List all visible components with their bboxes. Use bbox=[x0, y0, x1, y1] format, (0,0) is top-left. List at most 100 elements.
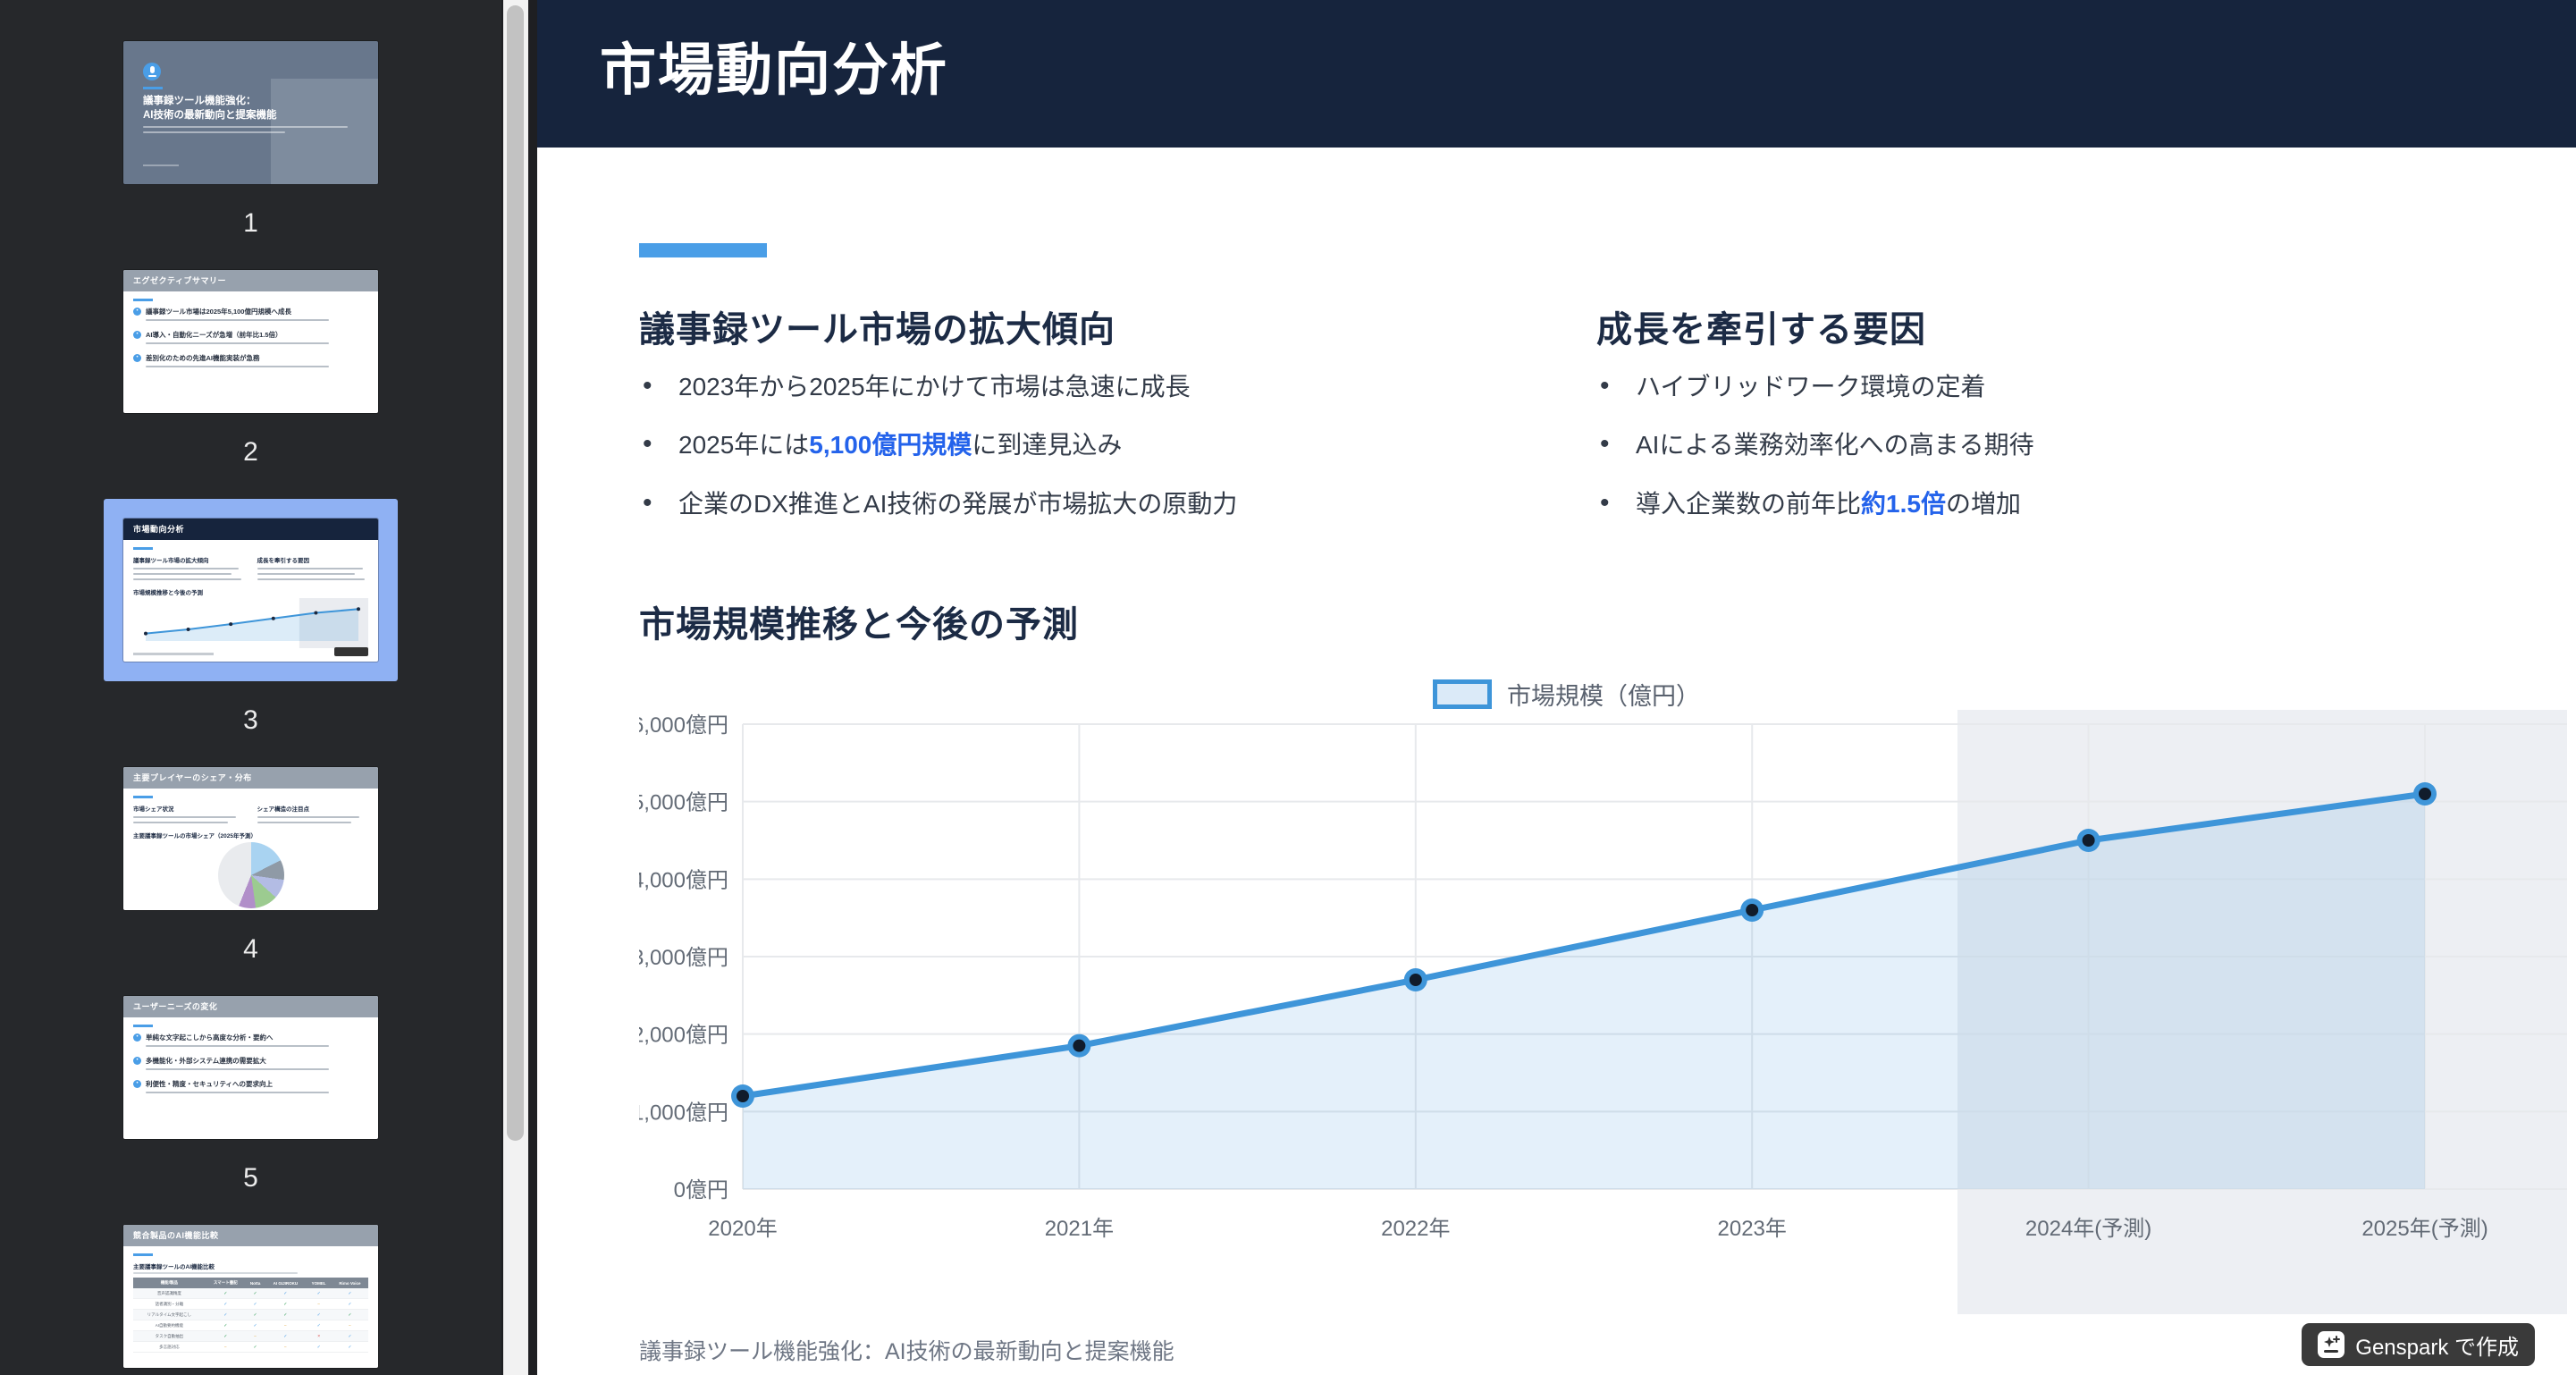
market-size-chart: 0億円1,000億円2,000億円3,000億円4,000億円5,000億円6,… bbox=[639, 662, 2567, 1323]
thumbnail-block-1: 議事録ツール機能強化：AI技術の最新動向と提案機能 1 bbox=[123, 41, 378, 240]
thumbnail-block-6: 競合製品のAI機能比較主要議事録ツールのAI機能比較機能/製品スマート書記Not… bbox=[123, 1225, 378, 1375]
x-axis-tick-label: 2021年 bbox=[1045, 1217, 1114, 1241]
growth-drivers-bullet-list: ハイブリッドワーク環境の定着AIによる業務効率化への高まる期待導入企業数の前年比… bbox=[1596, 374, 2508, 549]
comparison-table-feature-cell: 音声認識精度 bbox=[133, 1288, 206, 1299]
slide-thumbnail-4[interactable]: 主要プレイヤーのシェア・分布市場シェア状況シェア構造の注目点主要議事録ツールの市… bbox=[123, 767, 378, 910]
comparison-table-value-cell: ✓ bbox=[332, 1342, 368, 1353]
thumbnail-title-line: AI技術の最新動向と提案機能 bbox=[143, 109, 366, 123]
slide-thumbnail-sidebar: 議事録ツール機能強化：AI技術の最新動向と提案機能1エグゼクティブサマリー•議事… bbox=[0, 0, 501, 1375]
accent-underline bbox=[133, 1253, 153, 1256]
comparison-table-feature-cell: 多言語対応 bbox=[133, 1342, 206, 1353]
comparison-table-value-cell: − bbox=[307, 1299, 332, 1310]
genspark-badge[interactable]: Genspark で作成 bbox=[2302, 1323, 2535, 1366]
text-placeholder-line bbox=[133, 568, 239, 569]
bullet-item: 2025年には5,100億円規模に到達見込み bbox=[639, 432, 1551, 458]
text-placeholder-line bbox=[143, 131, 285, 133]
thumbnail-item-title: AI導入・自動化ニーズが急増（前年比1.5倍） bbox=[146, 330, 282, 340]
slide-thumbnail-1[interactable]: 議事録ツール機能強化：AI技術の最新動向と提案機能 bbox=[123, 41, 378, 184]
y-axis-tick-label: 6,000億円 bbox=[639, 713, 728, 738]
thumbnail-slide-body: •議事録ツール市場は2025年5,100億円規模へ成長•AI導入・自動化ニーズが… bbox=[133, 291, 368, 413]
comparison-table-feature-cell: リアルタイム文字起こし bbox=[133, 1310, 206, 1320]
thumbnail-number: 2 bbox=[243, 436, 258, 468]
x-axis-tick-label: 2024年(予測) bbox=[2025, 1217, 2151, 1241]
scrollbar-thumb[interactable] bbox=[507, 5, 524, 1141]
comparison-table-value-cell: − bbox=[265, 1320, 306, 1331]
comparison-table-value-cell: ✓ bbox=[307, 1288, 332, 1299]
bullet-item: ハイブリッドワーク環境の定着 bbox=[1596, 374, 2508, 400]
slide-thumbnail-6[interactable]: 競合製品のAI機能比較主要議事録ツールのAI機能比較機能/製品スマート書記Not… bbox=[123, 1225, 378, 1368]
thumbnail-mini-chart bbox=[133, 598, 368, 648]
comparison-table-value-cell: ✓ bbox=[265, 1299, 306, 1310]
comparison-table-value-cell: − bbox=[265, 1342, 306, 1353]
thumbnail-slide-body: 市場シェア状況シェア構造の注目点主要議事録ツールの市場シェア（2025年予測） bbox=[133, 789, 368, 910]
accent-bar bbox=[639, 243, 767, 257]
text-placeholder-line bbox=[133, 822, 228, 823]
y-axis-tick-label: 4,000億円 bbox=[639, 868, 728, 892]
thumbnail-summary-item: •議事録ツール市場は2025年5,100億円規模へ成長 bbox=[133, 307, 368, 321]
y-axis-tick-label: 2,000億円 bbox=[639, 1024, 728, 1048]
comparison-table-feature-cell: AI自動要約機能 bbox=[133, 1320, 206, 1331]
sidebar-scrollbar[interactable] bbox=[503, 0, 528, 1375]
text-placeholder-line bbox=[133, 816, 236, 818]
comparison-table-value-cell: ✓ bbox=[307, 1342, 332, 1353]
comparison-table-value-cell: ✓ bbox=[206, 1299, 246, 1310]
text-placeholder-line bbox=[133, 573, 232, 575]
thumbnail-column-heading: 市場シェア状況 bbox=[133, 804, 245, 813]
genspark-badge-label: Genspark で作成 bbox=[2355, 1329, 2519, 1361]
comparison-table-value-cell: ✓ bbox=[332, 1288, 368, 1299]
text-placeholder-line bbox=[146, 342, 329, 344]
bullet-item: AIによる業務効率化への高まる期待 bbox=[1596, 432, 2508, 458]
thumbnail-date-line bbox=[143, 164, 179, 166]
thumbnail-number: 1 bbox=[243, 207, 258, 240]
comparison-table-value-cell: ✓ bbox=[332, 1331, 368, 1342]
thumbnail-slide-body: 主要議事録ツールのAI機能比較機能/製品スマート書記NottaAI GIJIRO… bbox=[133, 1246, 368, 1368]
text-placeholder-line bbox=[133, 578, 241, 580]
comparison-table-value-cell: ✓ bbox=[246, 1320, 265, 1331]
thumbnail-title-line: 議事録ツール機能強化： bbox=[143, 95, 366, 109]
thumbnail-slide-body: •単純な文字起こしから高度な分析・要約へ•多機能化・外部システム連携の需要拡大•… bbox=[133, 1017, 368, 1139]
microphone-icon bbox=[143, 63, 161, 80]
text-placeholder-line bbox=[257, 568, 363, 569]
comparison-table-value-cell: ✓ bbox=[265, 1331, 306, 1342]
text-placeholder-line bbox=[146, 1068, 329, 1070]
thumbnail-summary-item: •利便性・精度・セキュリティへの要求向上 bbox=[133, 1079, 368, 1093]
bullet-circle-icon: • bbox=[133, 308, 141, 316]
slide-thumbnail-5[interactable]: ユーザーニーズの変化•単純な文字起こしから高度な分析・要約へ•多機能化・外部シス… bbox=[123, 996, 378, 1139]
x-axis-tick-label: 2022年 bbox=[1381, 1217, 1450, 1241]
comparison-table-header-cell: Notta bbox=[246, 1278, 265, 1288]
thumbnail-number: 3 bbox=[243, 704, 258, 737]
bullet-circle-icon: • bbox=[133, 1033, 141, 1042]
comparison-table: 機能/製品スマート書記NottaAI GIJIROKUYOMELRimo Voi… bbox=[133, 1278, 368, 1353]
comparison-table-header-cell: AI GIJIROKU bbox=[265, 1278, 306, 1288]
comparison-table-feature-cell: 話者識別・分離 bbox=[133, 1299, 206, 1310]
accent-underline bbox=[133, 796, 153, 798]
thumbnail-summary-item: •差別化のための先進AI機能実装が急務 bbox=[133, 353, 368, 367]
y-axis-tick-label: 0億円 bbox=[674, 1178, 728, 1202]
thumbnail-item-title: 利便性・精度・セキュリティへの要求向上 bbox=[146, 1079, 273, 1089]
slide-title: 市場動向分析 bbox=[600, 25, 948, 106]
thumbnail-table-heading: 主要議事録ツールのAI機能比較 bbox=[133, 1261, 368, 1270]
comparison-table-value-cell: ✓ bbox=[332, 1310, 368, 1320]
slide-thumbnail-2[interactable]: エグゼクティブサマリー•議事録ツール市場は2025年5,100億円規模へ成長•A… bbox=[123, 270, 378, 413]
slide-thumbnail-3[interactable]: 市場動向分析議事録ツール市場の拡大傾向成長を牽引する要因市場規模推移と今後の予測 bbox=[123, 519, 378, 662]
chart-section-heading: 市場規模推移と今後の予測 bbox=[639, 595, 1079, 647]
comparison-table-value-cell: ✓ bbox=[206, 1310, 246, 1320]
comparison-table-value-cell: ✓ bbox=[246, 1299, 265, 1310]
text-placeholder-line bbox=[133, 1272, 298, 1274]
bullet-circle-icon: • bbox=[133, 1057, 141, 1065]
text-placeholder-line bbox=[146, 1092, 329, 1093]
thumbnail-slide-header: エグゼクティブサマリー bbox=[123, 270, 378, 291]
thumbnail-number: 4 bbox=[243, 933, 258, 966]
comparison-table-value-cell: ✓ bbox=[332, 1299, 368, 1310]
thumbnail-genspark-badge bbox=[334, 647, 368, 656]
thumbnail-summary-item: •AI導入・自動化ニーズが急増（前年比1.5倍） bbox=[133, 330, 368, 344]
comparison-table-feature-cell: タスク自動抽出 bbox=[133, 1331, 206, 1342]
text-placeholder-line bbox=[146, 366, 329, 367]
thumbnail-block-2: エグゼクティブサマリー•議事録ツール市場は2025年5,100億円規模へ成長•A… bbox=[123, 270, 378, 468]
accent-underline bbox=[133, 547, 153, 550]
x-axis-tick-label: 2025年(予測) bbox=[2361, 1217, 2488, 1241]
comparison-table-value-cell: ✓ bbox=[265, 1310, 306, 1320]
thumbnail-chart-heading: 市場規模推移と今後の予測 bbox=[133, 587, 368, 596]
y-axis-tick-label: 3,000億円 bbox=[639, 946, 728, 970]
bullet-circle-icon: • bbox=[133, 354, 141, 362]
